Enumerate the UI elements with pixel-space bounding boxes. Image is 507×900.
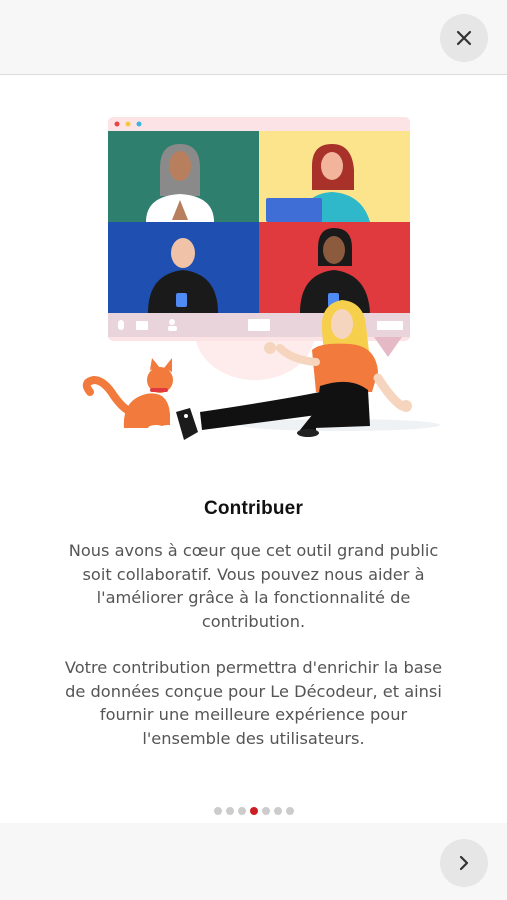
pagination-dot-5[interactable] [261,807,270,815]
slide-title: Contribuer [203,498,304,519]
close-icon [456,30,472,46]
chevron-right-icon [459,855,469,871]
pagination-dots [0,807,507,815]
slide-content: Contribuer Nous avons à cœur que cet out… [0,498,507,750]
pagination-dot-2[interactable] [225,807,234,815]
slide-paragraph-1: Nous avons à cœur que cet outil grand pu… [68,541,439,631]
pagination-dot-6[interactable] [273,807,282,815]
next-button[interactable] [440,839,488,887]
top-bar [0,0,507,75]
video-conference-illustration [82,117,440,440]
close-button[interactable] [440,14,488,62]
pagination-dot-7[interactable] [285,807,294,815]
pagination-dot-1[interactable] [213,807,222,815]
slide-paragraph-2: Votre contribution permettra d'enrichir … [64,658,443,748]
bottom-bar [0,823,507,900]
pagination-dot-4[interactable] [249,807,258,815]
pagination-dot-3[interactable] [237,807,246,815]
